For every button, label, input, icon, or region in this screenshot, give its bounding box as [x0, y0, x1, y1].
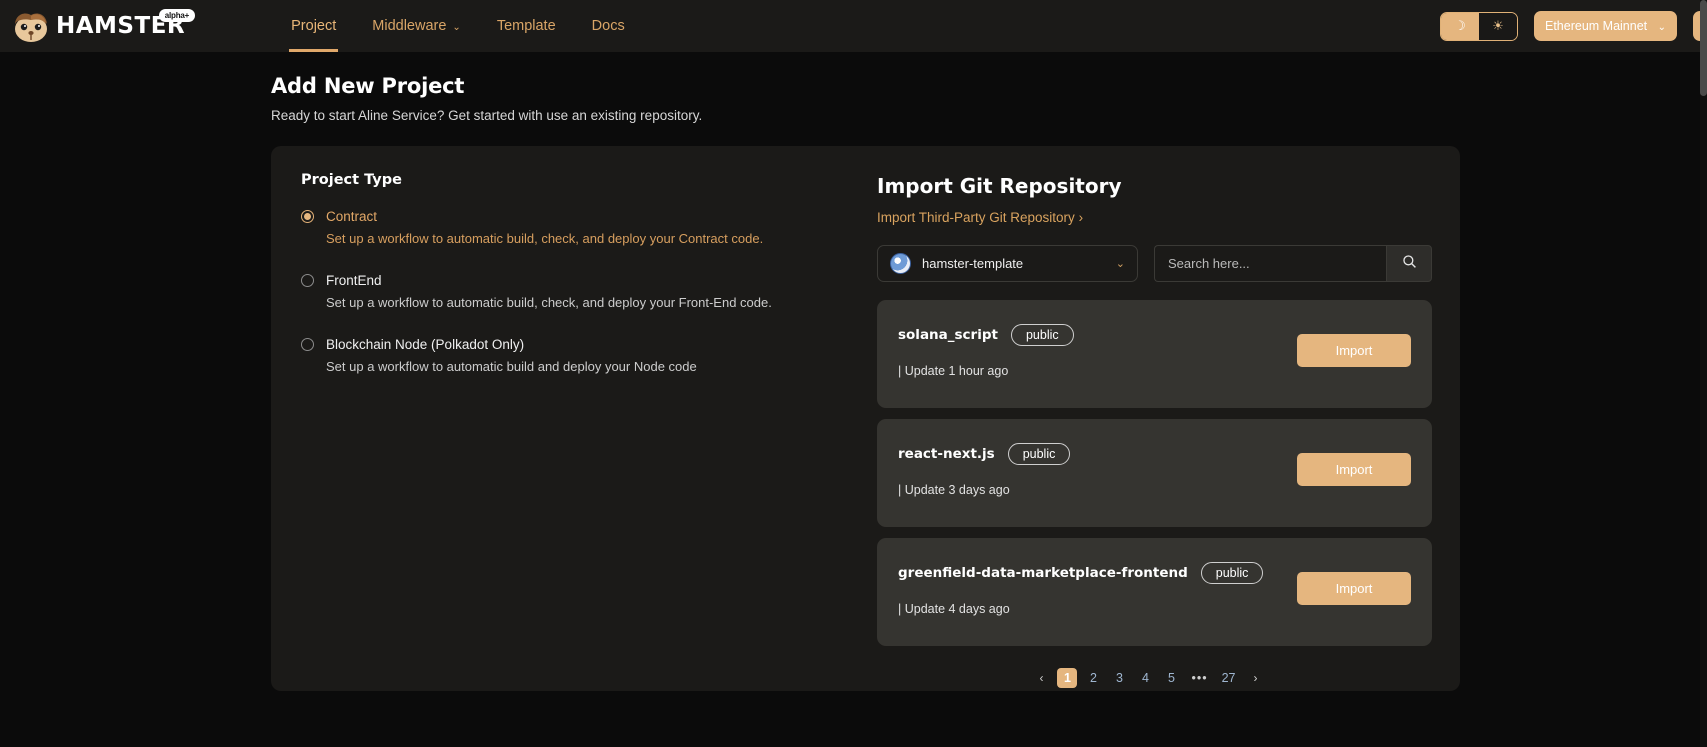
pagination-ellipsis[interactable]: •••	[1187, 668, 1211, 688]
radio-label-blockchain-node: Blockchain Node (Polkadot Only)	[326, 337, 525, 352]
radio-indicator-blockchain-node[interactable]	[301, 338, 314, 351]
repository-visibility-badge: public	[1200, 562, 1264, 584]
radio-label-contract: Contract	[326, 209, 378, 224]
pagination-page-2[interactable]: 2	[1083, 668, 1103, 688]
radio-description-contract: Set up a workflow to automatic build, ch…	[326, 231, 764, 246]
chevron-down-icon: ⌄	[452, 21, 461, 33]
import-git-title: Import Git Repository	[877, 174, 1122, 198]
alpha-badge: alpha+	[158, 9, 196, 22]
pagination-page-4[interactable]: 4	[1135, 668, 1155, 688]
organization-selector[interactable]: hamster-template ⌄	[877, 245, 1138, 282]
repository-visibility-badge: public	[1010, 324, 1074, 346]
nav-item-docs[interactable]: Docs	[574, 0, 643, 52]
repository-name: react-next.js	[898, 446, 995, 462]
top-navigation-bar: HAMSTER alpha+ Project Middleware ⌄ Temp…	[0, 0, 1707, 52]
chevron-right-icon: ›	[1078, 210, 1084, 225]
pagination-next[interactable]: ›	[1246, 668, 1266, 688]
sun-icon[interactable]: ☀	[1479, 12, 1517, 40]
radio-option-contract[interactable]: Contract Set up a workflow to automatic …	[301, 209, 869, 246]
import-repository-button[interactable]: Import	[1297, 453, 1411, 486]
page-subtitle: Ready to start Aline Service? Get starte…	[271, 108, 703, 123]
pagination-page-5[interactable]: 5	[1161, 668, 1181, 688]
search-input[interactable]	[1154, 245, 1386, 282]
moon-icon[interactable]: ☽	[1441, 12, 1479, 40]
radio-label-frontend: FrontEnd	[326, 273, 382, 288]
import-third-party-link[interactable]: Import Third-Party Git Repository ›	[877, 210, 1083, 225]
pagination: ‹ 1 2 3 4 5 ••• 27 ›	[877, 668, 1432, 688]
repo-search	[1154, 245, 1432, 282]
top-right-controls: ☽ ☀ Ethereum Mainnet ⌄	[1440, 0, 1707, 52]
main-nav-links: Project Middleware ⌄ Template Docs	[273, 0, 643, 52]
radio-indicator-frontend[interactable]	[301, 274, 314, 287]
pagination-prev[interactable]: ‹	[1031, 668, 1051, 688]
import-git-repository-section: Import Git Repository Import Third-Party…	[869, 146, 1460, 691]
pagination-page-27[interactable]: 27	[1218, 668, 1240, 688]
nav-item-template-label: Template	[496, 18, 556, 34]
hamster-face-icon	[12, 9, 50, 43]
page-container: Add New Project Ready to start Aline Ser…	[0, 52, 1707, 691]
repository-name: solana_script	[898, 327, 998, 343]
nav-item-docs-label: Docs	[591, 18, 625, 34]
chevron-down-icon: ⌄	[1115, 258, 1125, 270]
pagination-page-3[interactable]: 3	[1109, 668, 1129, 688]
nav-item-middleware[interactable]: Middleware ⌄	[354, 0, 479, 52]
import-third-party-label: Import Third-Party Git Repository	[877, 210, 1075, 225]
radio-description-frontend: Set up a workflow to automatic build, ch…	[326, 295, 772, 310]
repository-name: greenfield-data-marketplace-frontend	[898, 565, 1188, 581]
nav-item-template[interactable]: Template	[479, 0, 574, 52]
project-type-section: Project Type Contract Set up a workflow …	[271, 146, 869, 691]
radio-indicator-contract[interactable]	[301, 210, 314, 223]
repository-visibility-badge: public	[1007, 443, 1071, 465]
chevron-down-icon: ⌄	[1657, 21, 1666, 33]
radio-description-blockchain-node: Set up a workflow to automatic build and…	[326, 359, 697, 374]
network-selector[interactable]: Ethereum Mainnet ⌄	[1534, 11, 1677, 41]
brand-logo[interactable]: HAMSTER alpha+	[12, 9, 196, 43]
main-panel: Project Type Contract Set up a workflow …	[271, 146, 1460, 691]
project-type-radio-group: Contract Set up a workflow to automatic …	[301, 209, 869, 374]
nav-item-project-label: Project	[291, 18, 337, 34]
radio-option-frontend[interactable]: FrontEnd Set up a workflow to automatic …	[301, 273, 869, 310]
page-title: Add New Project	[271, 74, 465, 98]
repository-card: greenfield-data-marketplace-frontend pub…	[877, 538, 1432, 646]
organization-name: hamster-template	[922, 256, 1024, 271]
repo-filter-controls: hamster-template ⌄	[877, 245, 1432, 282]
nav-item-middleware-label: Middleware	[372, 18, 447, 34]
page-scrollbar[interactable]	[1700, 0, 1707, 747]
repository-list: solana_script public | Update 1 hour ago…	[877, 300, 1432, 646]
org-avatar-icon	[890, 253, 911, 274]
import-repository-button[interactable]: Import	[1297, 334, 1411, 367]
search-icon	[1402, 254, 1417, 274]
search-button[interactable]	[1386, 245, 1432, 282]
theme-toggle[interactable]: ☽ ☀	[1440, 11, 1518, 41]
nav-item-project[interactable]: Project	[273, 0, 354, 52]
network-selector-value: Ethereum Mainnet	[1545, 19, 1648, 33]
import-repository-button[interactable]: Import	[1297, 572, 1411, 605]
pagination-page-1[interactable]: 1	[1057, 668, 1078, 688]
repository-card: solana_script public | Update 1 hour ago…	[877, 300, 1432, 408]
project-type-title: Project Type	[301, 172, 402, 188]
radio-option-blockchain-node[interactable]: Blockchain Node (Polkadot Only) Set up a…	[301, 337, 869, 374]
repository-card: react-next.js public | Update 3 days ago…	[877, 419, 1432, 527]
page-scrollbar-thumb[interactable]	[1700, 0, 1707, 96]
